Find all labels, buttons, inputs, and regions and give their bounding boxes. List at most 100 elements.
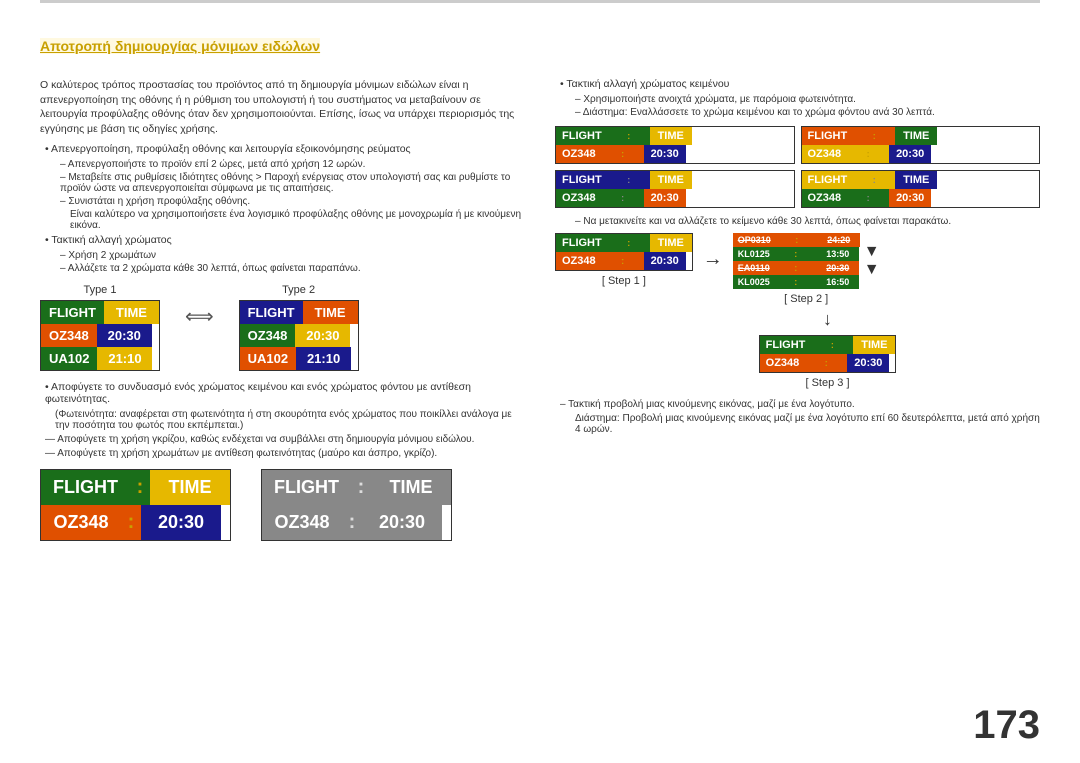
- g1-oz: OZ348: [556, 145, 602, 163]
- step3-row: FLIGHT : TIME OZ348 : 20:30 [ Step 3 ]: [615, 335, 1040, 389]
- bottom-right-table: FLIGHT : TIME OZ348 : 20:30: [261, 469, 452, 541]
- bl-dc: :: [121, 505, 141, 540]
- g4-t: 20:30: [889, 189, 931, 207]
- g3-dc: :: [602, 189, 644, 207]
- s3-time: TIME: [853, 336, 895, 354]
- sub-moving: Διάστημα: Προβολή μιας κινούμενης εικόνα…: [575, 413, 1040, 435]
- s1-colon: :: [608, 234, 650, 252]
- types-row: Type 1 FLIGHT TIME OZ348 20:30 UA102 21:: [40, 284, 525, 371]
- page: Αποτροπή δημιουργίας μόνιμων ειδώλων Ο κ…: [0, 0, 1080, 763]
- grid-table-1: FLIGHT : TIME OZ348 : 20:30: [555, 126, 795, 164]
- page-number: 173: [973, 703, 1040, 748]
- g4-dc: :: [847, 189, 889, 207]
- g3-oz: OZ348: [556, 189, 602, 207]
- br-flight: FLIGHT: [262, 470, 351, 505]
- type1-block: Type 1 FLIGHT TIME OZ348 20:30 UA102 21:: [40, 284, 160, 371]
- type1-label: Type 1: [83, 284, 116, 296]
- s1-dc: :: [602, 252, 644, 270]
- g2-dc: :: [847, 145, 889, 163]
- bottom-left-table: FLIGHT : TIME OZ348 : 20:30: [40, 469, 231, 541]
- s3-oz: OZ348: [760, 354, 806, 372]
- bl-flight: FLIGHT: [41, 470, 130, 505]
- sub1-1: Απενεργοποιήστε το προϊόν επί 2 ώρες, με…: [60, 159, 525, 170]
- t2-oz: OZ348: [240, 324, 296, 347]
- s3-colon: :: [811, 336, 853, 354]
- s2-r1l: OP0310: [733, 233, 776, 247]
- t2-time2: 21:10: [296, 347, 351, 370]
- grid-table-2: FLIGHT : TIME OZ348 : 20:30: [801, 126, 1041, 164]
- s1-t: 20:30: [644, 252, 686, 270]
- bl-oz: OZ348: [41, 505, 121, 540]
- section-title: Αποτροπή δημιουργίας μόνιμων ειδώλων: [40, 38, 320, 54]
- type2-block: Type 2 FLIGHT TIME OZ348 20:30 UA102 21:: [239, 284, 359, 371]
- t1-flight-header: FLIGHT: [41, 301, 104, 324]
- g1-dc: :: [602, 145, 644, 163]
- content-area: Ο καλύτερος τρόπος προστασίας του προϊόν…: [40, 78, 1040, 743]
- g3-time: TIME: [650, 171, 692, 189]
- g4-time: TIME: [895, 171, 937, 189]
- t1-ua: UA102: [41, 347, 97, 370]
- step2-table: OP0310 : 24:20 KL0125 : 13:50 EA0110: [733, 233, 860, 289]
- step1-table: FLIGHT : TIME OZ348 : 20:30: [555, 233, 693, 271]
- g2-time: TIME: [895, 127, 937, 145]
- sub2-1: Χρήση 2 χρωμάτων: [60, 250, 525, 261]
- arrow-between: ⟺: [180, 304, 219, 329]
- dash1: — Αποφύγετε τη χρήση γκρίζου, καθώς ενδέ…: [40, 434, 525, 445]
- sub1-3: Συνιστάται η χρήση προφύλαξης οθόνης.: [60, 196, 525, 207]
- g2-colon: :: [853, 127, 895, 145]
- s1-flight: FLIGHT: [556, 234, 608, 252]
- right-column: Τακτική αλλαγή χρώματος κειμένου Χρησιμο…: [555, 78, 1040, 743]
- step3-table: FLIGHT : TIME OZ348 : 20:30: [759, 335, 897, 373]
- bullet1: Απενεργοποίηση, προφύλαξη οθόνης και λει…: [45, 143, 525, 155]
- sub1-2: Μεταβείτε στις ρυθμίσεις Ιδιότητες οθόνη…: [60, 172, 525, 194]
- step1-label: [ Step 1 ]: [602, 275, 646, 287]
- right-sub-color2: Διάστημα: Εναλλάσσετε το χρώμα κειμένου …: [575, 107, 1040, 118]
- t1-time2: 21:10: [97, 347, 152, 370]
- t2-flight-header: FLIGHT: [240, 301, 303, 324]
- type2-label: Type 2: [282, 284, 315, 296]
- intro-text: Ο καλύτερος τρόπος προστασίας του προϊόν…: [40, 78, 525, 137]
- bullet3: Αποφύγετε το συνδυασμό ενός χρώματος κει…: [45, 381, 525, 405]
- down-arrows: ▼ ▼: [864, 233, 880, 289]
- s2-r1c: :: [776, 233, 818, 247]
- s2-r3c: :: [775, 261, 817, 275]
- t2-ua: UA102: [240, 347, 296, 370]
- g2-oz: OZ348: [802, 145, 848, 163]
- s3-t: 20:30: [847, 354, 889, 372]
- top-border: [40, 0, 1040, 3]
- s2-r2l: KL0125: [733, 247, 775, 261]
- g3-colon: :: [608, 171, 650, 189]
- bottom-large: FLIGHT : TIME OZ348 : 20:30 FLIGHT :: [40, 469, 525, 541]
- br-dc: :: [342, 505, 362, 540]
- right-bullet-color: Τακτική αλλαγή χρώματος κειμένου: [560, 78, 1040, 90]
- step3-label: [ Step 3 ]: [805, 377, 849, 389]
- t2-time-header: TIME: [303, 301, 358, 324]
- right-grid: FLIGHT : TIME OZ348 : 20:30 FLIGHT :: [555, 126, 1040, 208]
- sub1-3b: Είναι καλύτερο να χρησιμοποιήσετε ένα λο…: [70, 209, 525, 231]
- g3-flight: FLIGHT: [556, 171, 608, 189]
- br-t: 20:30: [362, 505, 442, 540]
- s2-r4r: 16:50: [817, 275, 859, 289]
- s2-r1r: 24:20: [818, 233, 860, 247]
- dash-moving: – Τακτική προβολή μιας κινούμενης εικόνα…: [555, 399, 1040, 410]
- type2-table: FLIGHT TIME OZ348 20:30 UA102 21:10: [239, 300, 359, 371]
- bl-colon: :: [130, 470, 150, 505]
- sub3-1: (Φωτεινότητα: αναφέρεται στη φωτεινότητα…: [55, 409, 525, 431]
- type1-table: FLIGHT TIME OZ348 20:30 UA102 21:10: [40, 300, 160, 371]
- step2-content: OP0310 : 24:20 KL0125 : 13:50 EA0110: [733, 233, 880, 289]
- step1-block: FLIGHT : TIME OZ348 : 20:30 [ Step 1 ]: [555, 233, 693, 287]
- g1-t: 20:30: [644, 145, 686, 163]
- step2-label: [ Step 2 ]: [784, 293, 828, 305]
- s2-r4l: KL0025: [733, 275, 775, 289]
- g1-colon: :: [608, 127, 650, 145]
- t1-time-header: TIME: [104, 301, 159, 324]
- sub2-2: Αλλάζετε τα 2 χρώματα κάθε 30 λεπτά, όπω…: [60, 263, 525, 274]
- s2-r2c: :: [775, 247, 817, 261]
- s3-flight: FLIGHT: [760, 336, 812, 354]
- grid-table-3: FLIGHT : TIME OZ348 : 20:30: [555, 170, 795, 208]
- br-colon: :: [351, 470, 371, 505]
- left-column: Ο καλύτερος τρόπος προστασίας του προϊόν…: [40, 78, 525, 743]
- s2-r3l: EA0110: [733, 261, 775, 275]
- g2-flight: FLIGHT: [802, 127, 854, 145]
- s2-r3r: 20:30: [817, 261, 859, 275]
